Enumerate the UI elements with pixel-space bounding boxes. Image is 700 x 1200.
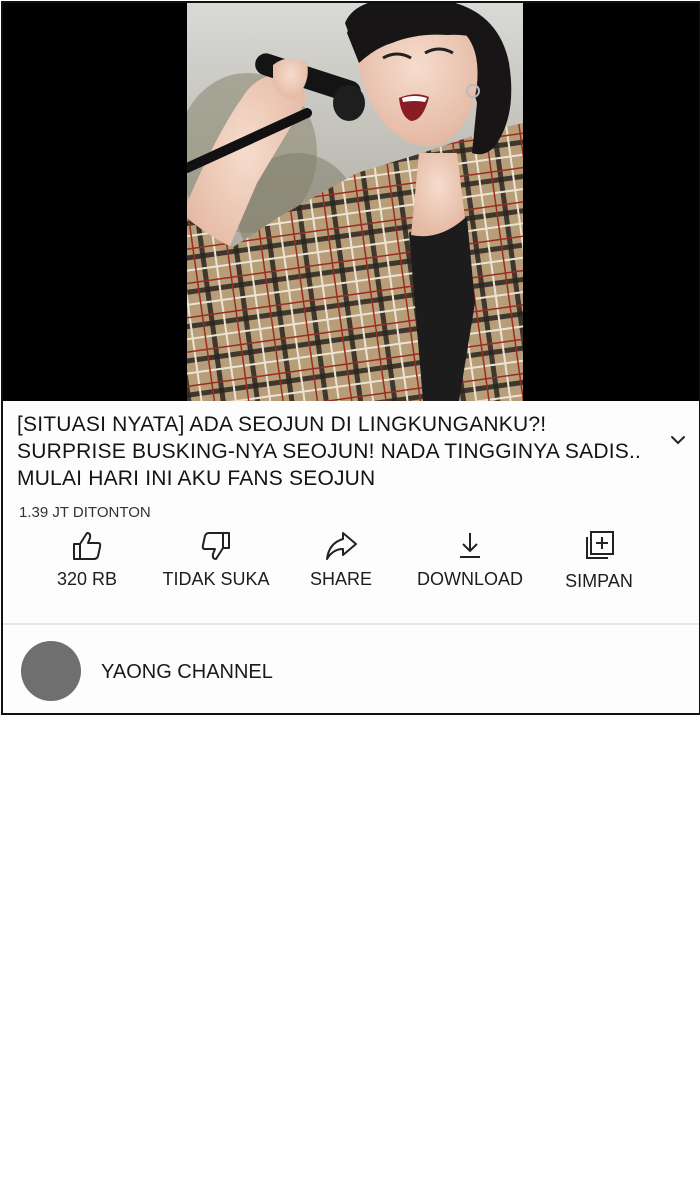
video-card: [SITUASI NYATA] ADA SEOJUN DI LINGKUNGAN… bbox=[1, 1, 700, 715]
view-count: 1.39 JT DITONTON bbox=[19, 504, 151, 521]
download-button[interactable]: DOWNLOAD bbox=[405, 529, 535, 590]
dislike-label: TIDAK SUKA bbox=[162, 569, 270, 589]
video-info-panel: [SITUASI NYATA] ADA SEOJUN DI LINGKUNGAN… bbox=[3, 401, 699, 625]
thumbnail-illustration bbox=[187, 3, 523, 401]
video-thumbnail[interactable] bbox=[187, 3, 523, 401]
like-button[interactable]: 320 RB bbox=[43, 529, 131, 590]
like-count: 320 RB bbox=[56, 569, 118, 589]
channel-row[interactable]: YAONG CHANNEL bbox=[3, 625, 699, 713]
save-button[interactable]: SIMPAN bbox=[557, 529, 641, 592]
share-button[interactable]: SHARE bbox=[299, 529, 383, 590]
video-title: [SITUASI NYATA] ADA SEOJUN DI LINGKUNGAN… bbox=[17, 413, 642, 490]
thumbs-down-icon bbox=[201, 532, 230, 560]
channel-name[interactable]: YAONG CHANNEL bbox=[101, 661, 273, 684]
save-label: SIMPAN bbox=[565, 571, 633, 591]
expand-description-button[interactable] bbox=[667, 429, 689, 451]
share-label: SHARE bbox=[309, 569, 372, 589]
chevron-down-icon bbox=[671, 436, 685, 445]
download-icon bbox=[460, 533, 480, 558]
channel-avatar[interactable] bbox=[21, 641, 81, 701]
dislike-button[interactable]: TIDAK SUKA bbox=[155, 529, 277, 590]
download-label: DOWNLOAD bbox=[416, 569, 523, 589]
add-to-playlist-icon bbox=[586, 531, 614, 559]
video-player[interactable] bbox=[3, 3, 699, 401]
share-arrow-icon bbox=[326, 532, 357, 560]
thumbs-up-icon bbox=[73, 532, 102, 560]
action-bar: 320 RB TIDAK SUKA SHARE DOWNLOAD SIMPAN bbox=[3, 529, 699, 599]
